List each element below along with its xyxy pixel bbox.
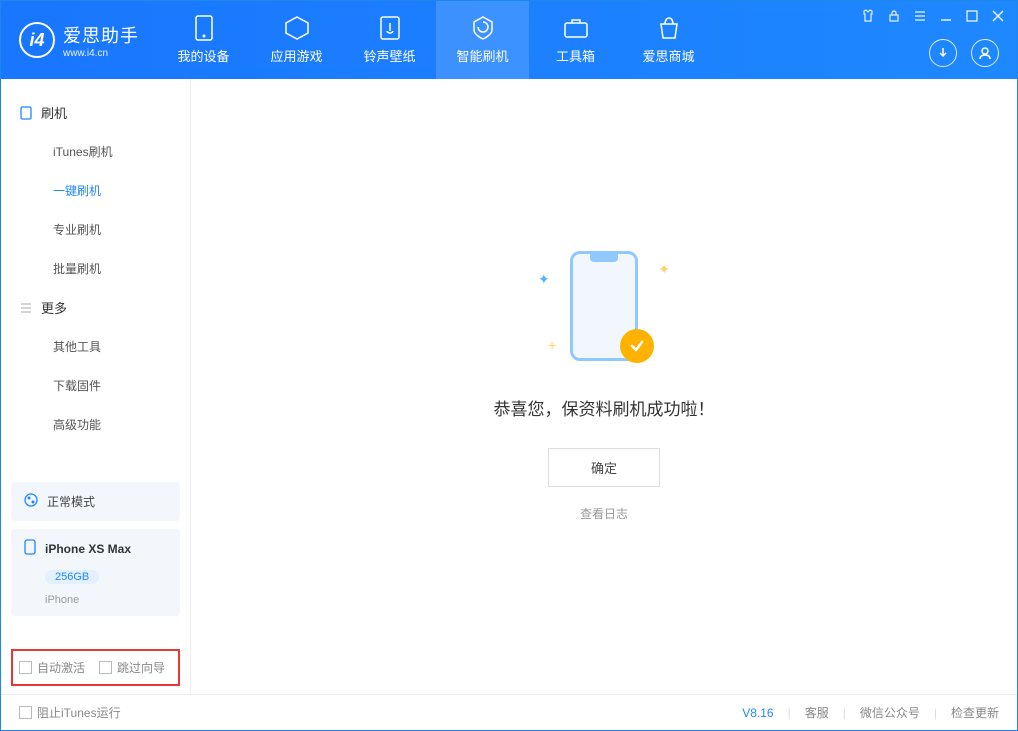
flash-icon [470, 15, 496, 41]
options-highlight-box: 自动激活 跳过向导 [11, 649, 180, 686]
sidebar-item-batch-flash[interactable]: 批量刷机 [1, 249, 190, 288]
list-icon [19, 301, 33, 315]
support-link[interactable]: 客服 [805, 704, 829, 721]
device-card[interactable]: iPhone XS Max 256GB iPhone [11, 529, 180, 616]
main-content: ✦✦+ 恭喜您，保资料刷机成功啦！ 确定 查看日志 [191, 79, 1017, 694]
account-button[interactable] [971, 39, 999, 67]
checkmark-icon [620, 329, 654, 363]
footer: 阻止iTunes运行 V8.16 | 客服 | 微信公众号 | 检查更新 [1, 694, 1017, 730]
device-type: iPhone [45, 594, 79, 606]
ok-button[interactable]: 确定 [548, 448, 660, 487]
phone-icon [19, 106, 33, 120]
logo-icon: i4 [19, 22, 55, 58]
sidebar-group-more: 更多 [1, 288, 190, 327]
mode-icon [23, 492, 39, 511]
window-controls [861, 9, 1005, 23]
ringtone-icon [377, 15, 403, 41]
sidebar-item-pro-flash[interactable]: 专业刷机 [1, 210, 190, 249]
close-button[interactable] [991, 9, 1005, 23]
storage-badge: 256GB [45, 570, 99, 584]
mode-label: 正常模式 [47, 493, 95, 510]
toolbox-icon [563, 15, 589, 41]
menu-icon[interactable] [913, 9, 927, 23]
tab-apps[interactable]: 应用游戏 [250, 1, 343, 79]
sidebar-item-itunes-flash[interactable]: iTunes刷机 [1, 132, 190, 171]
sidebar-item-firmware[interactable]: 下载固件 [1, 366, 190, 405]
app-logo: i4 爱思助手 www.i4.cn [1, 22, 157, 59]
sidebar-group-flash: 刷机 [1, 93, 190, 132]
auto-activate-checkbox[interactable]: 自动激活 [19, 659, 85, 676]
wechat-link[interactable]: 微信公众号 [860, 704, 920, 721]
main-tabs: 我的设备 应用游戏 铃声壁纸 智能刷机 工具箱 爱思商城 [157, 1, 715, 79]
mode-card[interactable]: 正常模式 [11, 482, 180, 521]
check-update-link[interactable]: 检查更新 [951, 704, 999, 721]
app-title: 爱思助手 [63, 22, 139, 48]
success-illustration: ✦✦+ [534, 251, 674, 371]
tab-ringtone[interactable]: 铃声壁纸 [343, 1, 436, 79]
store-icon [656, 15, 682, 41]
device-icon [191, 15, 217, 41]
app-subtitle: www.i4.cn [63, 48, 139, 59]
maximize-button[interactable] [965, 9, 979, 23]
device-icon [23, 539, 37, 558]
lock-icon[interactable] [887, 9, 901, 23]
tab-my-device[interactable]: 我的设备 [157, 1, 250, 79]
view-log-link[interactable]: 查看日志 [580, 505, 628, 522]
sidebar-item-oneclick-flash[interactable]: 一键刷机 [1, 171, 190, 210]
minimize-button[interactable] [939, 9, 953, 23]
tab-store[interactable]: 爱思商城 [622, 1, 715, 79]
shirt-icon[interactable] [861, 9, 875, 23]
sidebar-item-other-tools[interactable]: 其他工具 [1, 327, 190, 366]
success-message: 恭喜您，保资料刷机成功啦！ [494, 395, 715, 420]
block-itunes-checkbox[interactable]: 阻止iTunes运行 [19, 704, 121, 721]
tab-toolbox[interactable]: 工具箱 [529, 1, 622, 79]
download-button[interactable] [929, 39, 957, 67]
apps-icon [284, 15, 310, 41]
sidebar-item-advanced[interactable]: 高级功能 [1, 405, 190, 444]
header: i4 爱思助手 www.i4.cn 我的设备 应用游戏 铃声壁纸 智能刷机 工具… [1, 1, 1017, 79]
skip-guide-checkbox[interactable]: 跳过向导 [99, 659, 165, 676]
tab-smart-flash[interactable]: 智能刷机 [436, 1, 529, 79]
version-label: V8.16 [742, 706, 773, 720]
sidebar: 刷机 iTunes刷机 一键刷机 专业刷机 批量刷机 更多 其他工具 下载固件 … [1, 79, 191, 694]
device-name: iPhone XS Max [45, 542, 131, 556]
